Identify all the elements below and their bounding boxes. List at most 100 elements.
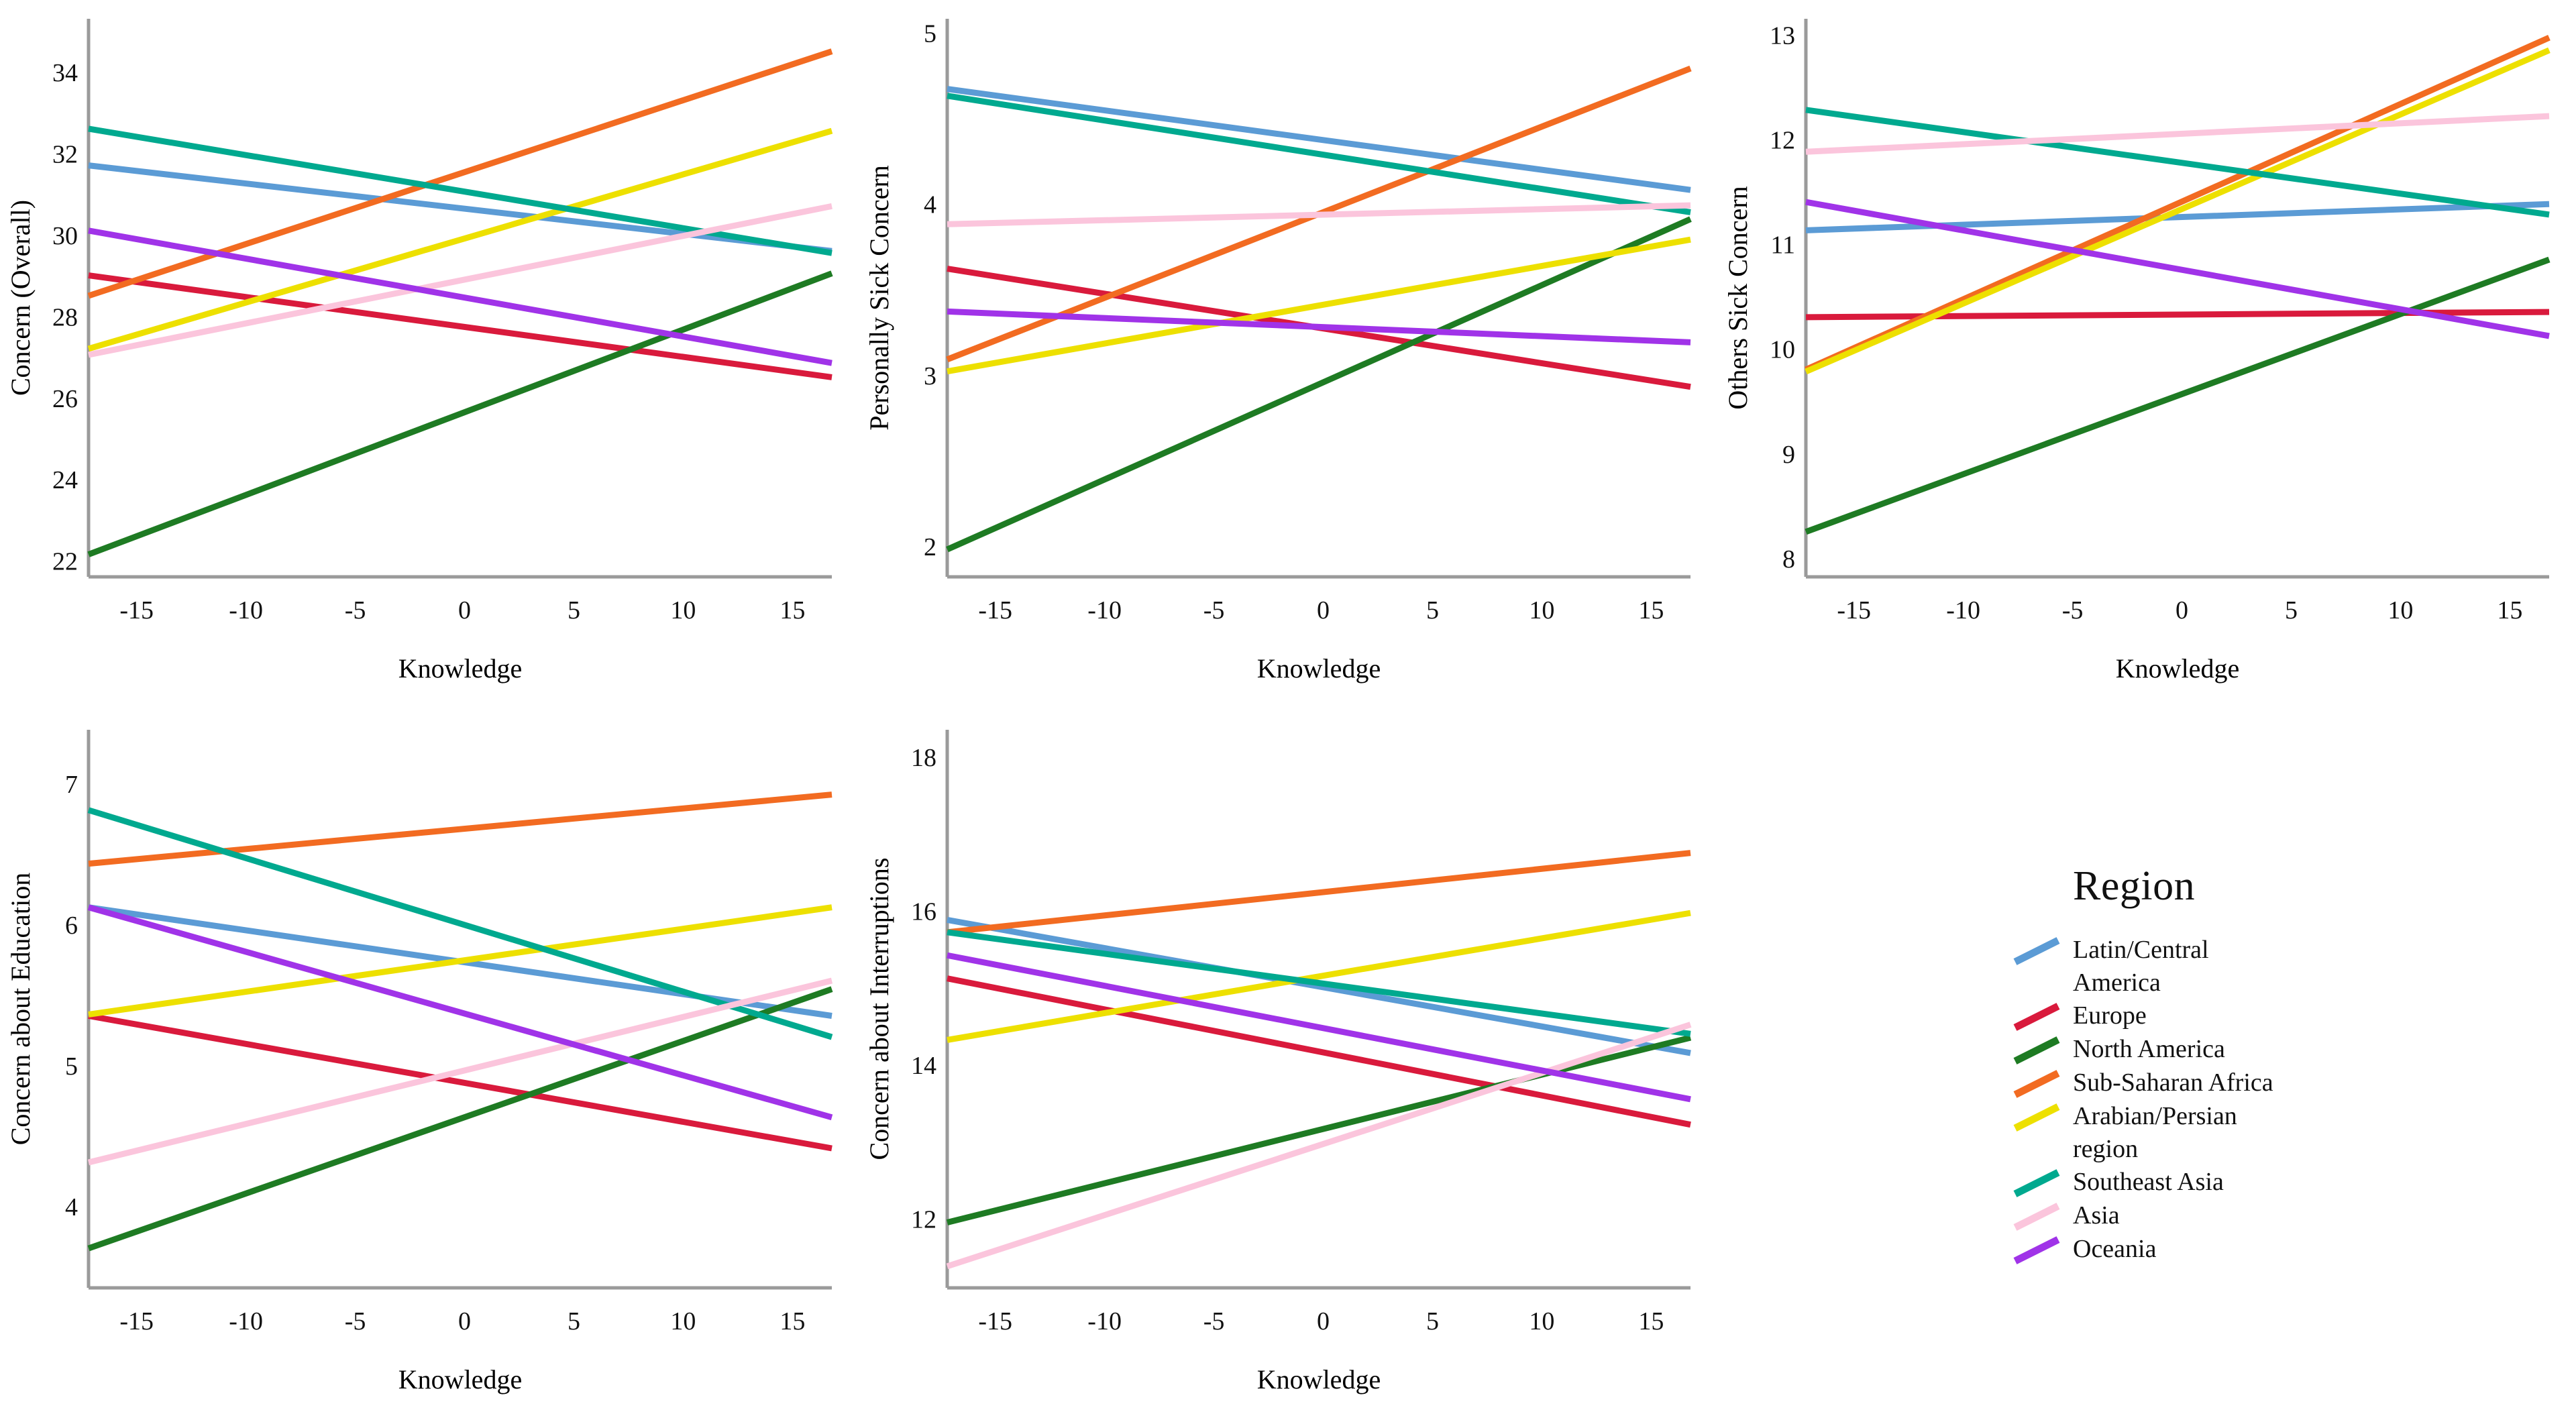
y-tick-label: 7 [65, 771, 78, 799]
x-tick-label: 10 [1529, 596, 1554, 624]
series-line [88, 227, 833, 366]
series-line [947, 308, 1691, 345]
legend-color-swatch-icon [2012, 1233, 2061, 1266]
series-line [87, 977, 833, 1166]
x-tick-label: 5 [1426, 596, 1439, 624]
x-tick-label: 10 [2387, 596, 2413, 624]
y-tick-label: 4 [924, 191, 936, 219]
chart-panel-concern-about-education: 4 5 6 7 -15 -10 -5 0 5 10 15 Concern about Educatio… [0, 711, 859, 1422]
x-tick-label: 10 [1529, 1307, 1554, 1335]
x-tick-label: 10 [670, 596, 696, 624]
x-tick-label: 0 [2176, 596, 2188, 624]
x-tick-label: 15 [1638, 596, 1664, 624]
x-tick-label: -10 [1946, 596, 1980, 624]
series-line [87, 986, 833, 1252]
x-axis-title: Knowledge [398, 1364, 522, 1394]
legend-item[interactable]: Southeast Asia [2012, 1166, 2482, 1199]
series-line [88, 125, 833, 256]
y-tick-label: 3 [924, 362, 936, 390]
x-tick-label: 0 [1317, 1307, 1330, 1335]
x-tick-label: -5 [345, 596, 366, 624]
x-tick-label: 15 [2497, 596, 2522, 624]
x-tick-label: -5 [1203, 596, 1225, 624]
x-tick-label: -10 [1087, 596, 1122, 624]
series-line [1805, 107, 2550, 218]
y-axis-title: Concern about Interruptions [864, 858, 894, 1160]
legend-item[interactable]: Asia [2012, 1199, 2482, 1233]
legend-color-swatch-icon [2012, 1199, 2061, 1233]
chart-panel-others-sick-concern: 8 9 10 11 12 13 -15 -10 -5 0 5 10 15 Others Sick Conc… [1717, 0, 2576, 711]
series-line [946, 216, 1692, 553]
legend-item[interactable]: Latin/Central America [2012, 934, 2482, 999]
y-tick-label: 6 [65, 912, 78, 940]
x-axis-title: Knowledge [398, 653, 522, 683]
y-tick-label: 34 [52, 59, 78, 87]
y-axis-title: Others Sick Concern [1723, 186, 1753, 409]
x-tick-label: 0 [458, 596, 471, 624]
y-tick-label: 4 [65, 1193, 78, 1221]
y-tick-label: 26 [52, 385, 78, 413]
x-tick-label: -15 [119, 596, 154, 624]
x-axis-title: Knowledge [1257, 1364, 1381, 1394]
series-line [1805, 113, 2550, 155]
series-line [947, 917, 1691, 1056]
legend-item[interactable]: Oceania [2012, 1233, 2482, 1266]
series-line [87, 48, 833, 299]
x-tick-label: -15 [978, 596, 1012, 624]
legend-item-label: Europe [2073, 1001, 2147, 1030]
x-tick-label: -10 [229, 1307, 263, 1335]
x-tick-label: 15 [780, 1307, 805, 1335]
series-line [947, 850, 1691, 936]
legend-item[interactable]: Europe [2012, 999, 2482, 1033]
y-tick-label: 24 [52, 466, 78, 494]
chart-svg: 22 24 26 28 30 32 34 -15 -10 -5 0 5 10 15 Concern (Ove… [5, 19, 833, 683]
legend-item-label: Arabian/Persian region [2073, 1102, 2237, 1163]
y-tick-label: 28 [52, 303, 78, 331]
legend-color-swatch-icon [2012, 1166, 2061, 1199]
y-tick-label: 13 [1770, 21, 1795, 50]
legend-color-swatch-icon [2012, 999, 2061, 1033]
y-tick-label: 32 [52, 140, 78, 168]
series-line [946, 1034, 1692, 1225]
series-line [88, 791, 833, 867]
legend-item[interactable]: Sub-Saharan Africa [2012, 1066, 2482, 1100]
legend-item-label: Sub-Saharan Africa [2073, 1069, 2273, 1097]
x-tick-label: -10 [1087, 1307, 1122, 1335]
chart-svg: 8 9 10 11 12 13 -15 -10 -5 0 5 10 15 Others Sick Conc… [1723, 19, 2551, 683]
y-tick-label: 9 [1782, 441, 1795, 469]
chart-panel-concern-overall: 22 24 26 28 30 32 34 -15 -10 -5 0 5 10 15 Concern (Ove… [0, 0, 859, 711]
x-tick-label: -15 [978, 1307, 1012, 1335]
series-line [1805, 256, 2551, 535]
x-tick-label: 5 [2285, 596, 2298, 624]
series-line [88, 1013, 833, 1152]
legend-color-swatch-icon [2012, 934, 2061, 967]
x-tick-label: 5 [568, 596, 580, 624]
x-tick-label: -5 [2062, 596, 2084, 624]
chart-svg: 12 14 16 18 -15 -10 -5 0 5 10 15 Concern about Inte… [864, 730, 1692, 1394]
y-tick-label: 11 [1770, 231, 1795, 260]
panel-cell-0: 22 24 26 28 30 32 34 -15 -10 -5 0 5 10 15 Concern (Ove… [0, 0, 859, 711]
legend-items: Latin/Central America Europe North America… [2012, 934, 2482, 1266]
x-axis-title: Knowledge [2116, 653, 2239, 683]
legend: Region Latin/Central America Europe North … [2012, 865, 2482, 1266]
x-tick-label: -5 [1203, 1307, 1225, 1335]
series-line [947, 236, 1691, 375]
x-tick-label: 0 [458, 1307, 471, 1335]
legend-item[interactable]: North America [2012, 1033, 2482, 1066]
y-tick-label: 5 [65, 1052, 78, 1081]
panel-cell-2: 8 9 10 11 12 13 -15 -10 -5 0 5 10 15 Others Sick Conc… [1717, 0, 2576, 711]
series-line [88, 203, 833, 358]
legend-item-label: Latin/Central America [2073, 936, 2209, 997]
y-tick-label: 16 [911, 898, 936, 926]
legend-item-label: Southeast Asia [2073, 1168, 2224, 1196]
series-line [1805, 34, 2551, 373]
x-axis-title: Knowledge [1257, 653, 1381, 683]
chart-panel-personally-sick-concern: 2 3 4 5 -15 -10 -5 0 5 10 15 Personally Sick Concer… [859, 0, 1717, 711]
legend-title: Region [2073, 863, 2196, 909]
y-tick-label: 2 [924, 533, 936, 561]
series-line [88, 272, 833, 380]
series-line [946, 1022, 1692, 1270]
legend-item[interactable]: Arabian/Persian region [2012, 1100, 2482, 1166]
chart-svg: 2 3 4 5 -15 -10 -5 0 5 10 15 Personally Sick Concer… [864, 19, 1692, 683]
series-line [947, 975, 1691, 1128]
